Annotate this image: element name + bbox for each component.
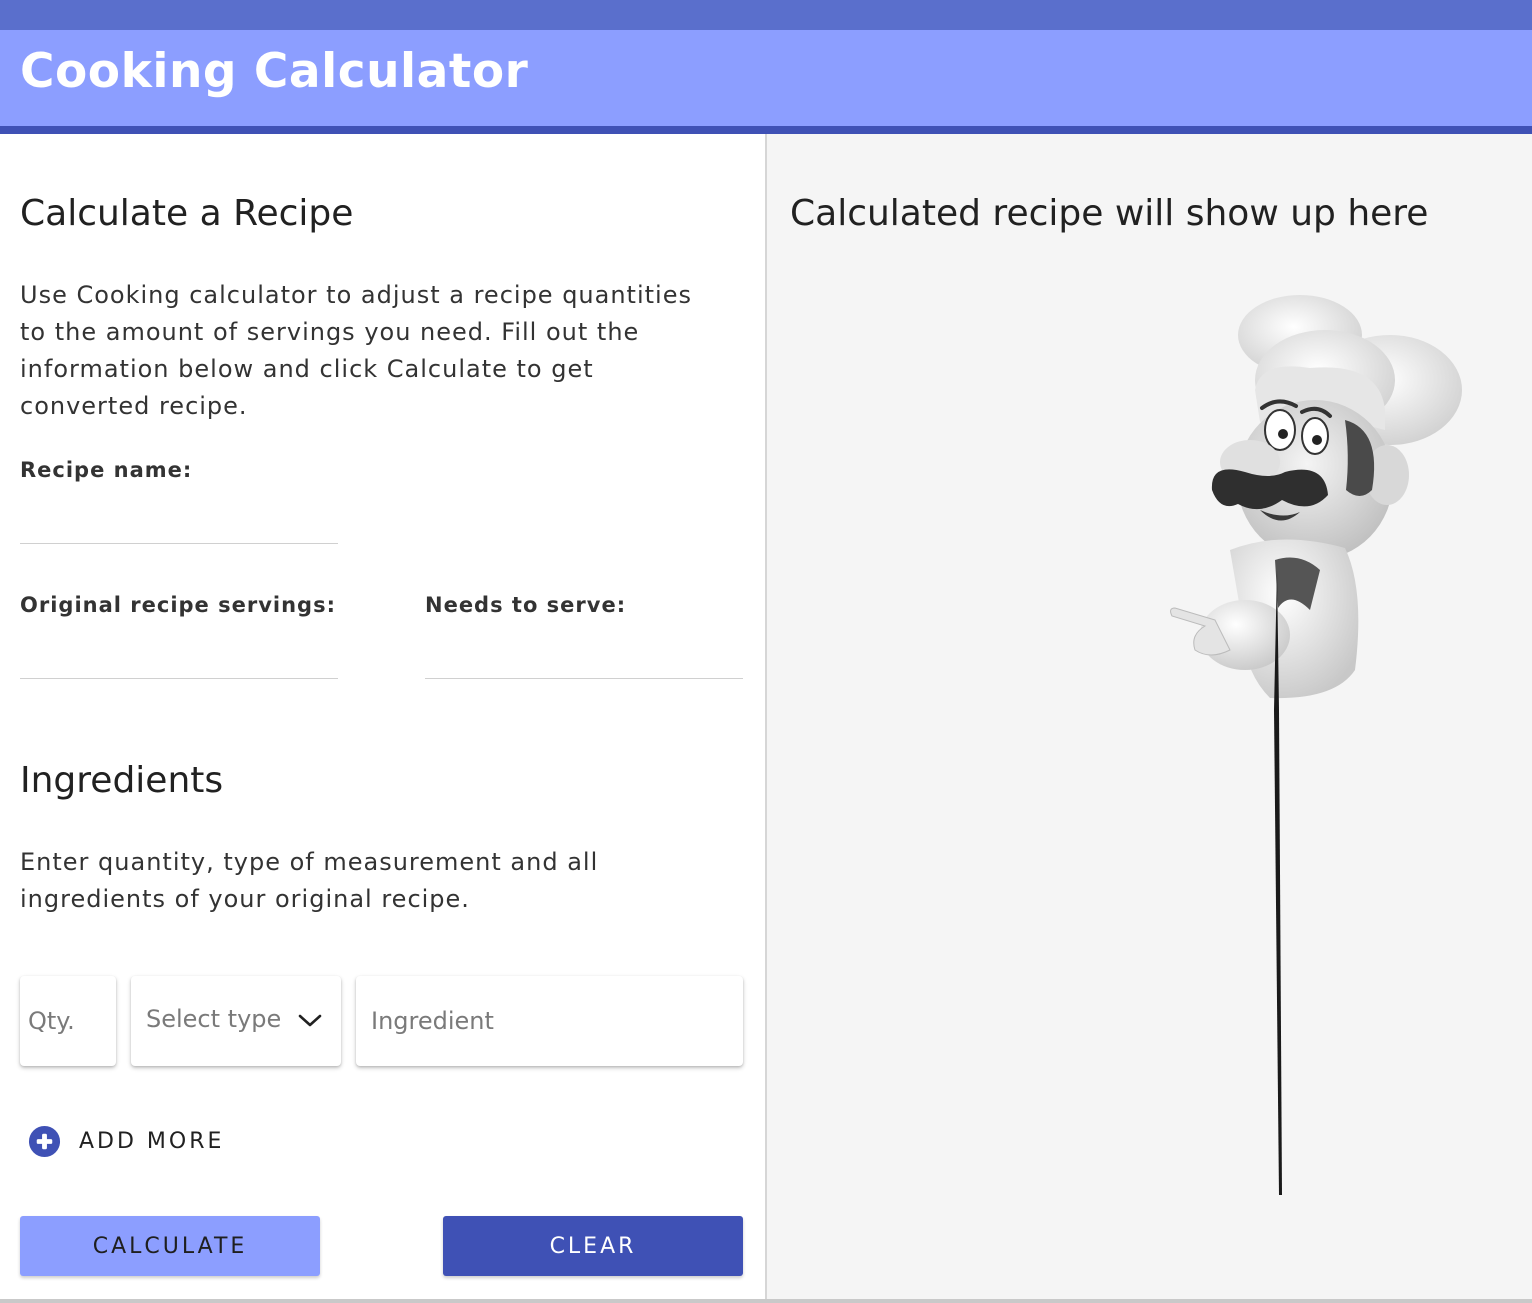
ingredients-text: Enter quantity, type of measurement and … xyxy=(20,844,760,918)
ingredient-input[interactable] xyxy=(371,976,743,1066)
qty-card xyxy=(20,976,116,1066)
needs-to-serve-input[interactable] xyxy=(425,639,743,679)
intro-line: information below and click Calculate to… xyxy=(20,355,594,383)
qty-input[interactable] xyxy=(28,976,116,1066)
result-placeholder-heading: Calculated recipe will show up here xyxy=(790,193,1429,234)
calculate-recipe-heading: Calculate a Recipe xyxy=(20,193,354,234)
chef-illustration xyxy=(1170,295,1462,1195)
plus-circle-icon xyxy=(28,1125,61,1157)
intro-line: to the amount of servings you need. Fill… xyxy=(20,318,640,346)
intro-line: converted recipe. xyxy=(20,392,248,420)
original-servings-input[interactable] xyxy=(20,639,338,679)
ingredient-card xyxy=(356,976,743,1066)
calculate-button[interactable]: CALCULATE xyxy=(20,1216,320,1276)
recipe-name-label: Recipe name: xyxy=(20,458,193,482)
ingredients-heading: Ingredients xyxy=(20,760,224,801)
app-title: Cooking Calculator xyxy=(20,44,529,99)
select-type-placeholder: Select type xyxy=(146,1005,282,1033)
add-more-label: ADD MORE xyxy=(79,1128,225,1154)
intro-text: Use Cooking calculator to adjust a recip… xyxy=(20,277,760,425)
clear-button[interactable]: CLEAR xyxy=(443,1216,743,1276)
recipe-name-input[interactable] xyxy=(20,504,338,544)
top-bar xyxy=(0,0,1532,30)
ingredients-line: Enter quantity, type of measurement and … xyxy=(20,848,599,876)
ingredients-line: ingredients of your original recipe. xyxy=(20,885,470,913)
measurement-type-select[interactable]: Select type xyxy=(131,976,341,1066)
intro-line: Use Cooking calculator to adjust a recip… xyxy=(20,281,692,309)
header-border xyxy=(0,126,1532,134)
needs-to-serve-label: Needs to serve: xyxy=(425,593,627,617)
add-more-button[interactable]: ADD MORE xyxy=(28,1124,224,1158)
original-servings-label: Original recipe servings: xyxy=(20,593,336,617)
chevron-down-icon xyxy=(298,1014,322,1027)
bottom-border xyxy=(0,1299,1532,1303)
